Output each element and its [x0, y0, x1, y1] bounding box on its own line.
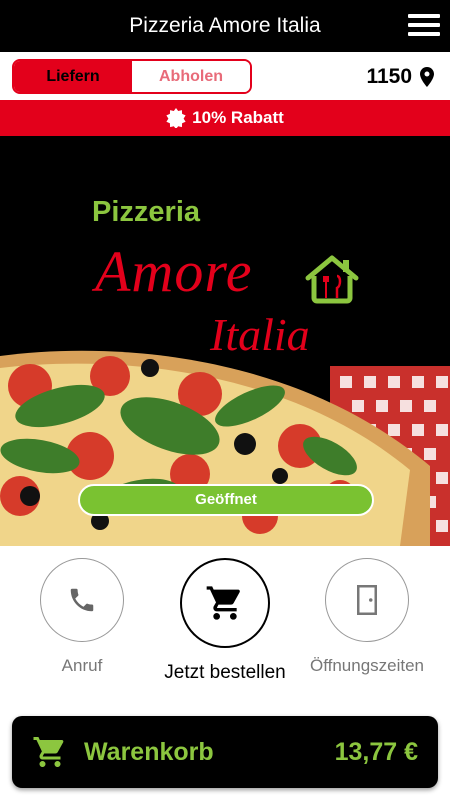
order-now-button[interactable]: Jetzt bestellen: [162, 558, 288, 684]
cart-label: Warenkorb: [84, 738, 214, 766]
app-title: Pizzeria Amore Italia: [129, 14, 321, 37]
quick-actions: Anruf Jetzt bestellen Öffnungszeiten: [0, 546, 450, 706]
map-pin-icon: [420, 67, 434, 87]
pizza-image: [0, 350, 450, 546]
discount-banner: 10% Rabatt: [0, 100, 450, 136]
cart-total: 13,77 €: [334, 738, 418, 766]
order-now-label: Jetzt bestellen: [164, 662, 286, 683]
shopping-cart-icon: [206, 586, 240, 620]
door-icon: [357, 585, 377, 615]
call-button[interactable]: Anruf: [40, 558, 124, 676]
badge-icon: [166, 108, 186, 128]
phone-icon: [70, 588, 94, 612]
discount-label: 10% Rabatt: [192, 108, 284, 127]
opening-hours-button[interactable]: Öffnungszeiten: [308, 558, 426, 676]
hamburger-menu-icon[interactable]: [408, 14, 440, 38]
order-mode-toggle: Liefern Abholen: [12, 59, 252, 94]
cart-shopping-cart-icon: [33, 737, 64, 767]
open-status-badge[interactable]: Geöffnet: [78, 484, 374, 516]
app-header: Pizzeria Amore Italia: [0, 0, 450, 52]
logo-text-amore: Amore: [95, 239, 253, 304]
call-circle: [40, 558, 124, 642]
location-selector[interactable]: 1150: [366, 64, 434, 90]
cart-button[interactable]: Warenkorb 13,77 €: [12, 716, 438, 788]
pickup-option[interactable]: Abholen: [132, 61, 250, 92]
opening-hours-label: Öffnungszeiten: [309, 656, 425, 675]
opening-hours-circle: [325, 558, 409, 642]
zip-code: 1150: [366, 65, 412, 88]
call-label: Anruf: [61, 656, 103, 675]
delivery-option[interactable]: Liefern: [14, 61, 132, 92]
logo-text-pizzeria: Pizzeria: [92, 196, 200, 228]
order-mode-bar: Liefern Abholen 1150: [0, 52, 450, 100]
order-now-circle: [180, 558, 270, 648]
hero-banner: Pizzeria Amore Italia Geöffnet: [0, 136, 450, 546]
house-cutlery-logo-icon: [305, 255, 359, 304]
